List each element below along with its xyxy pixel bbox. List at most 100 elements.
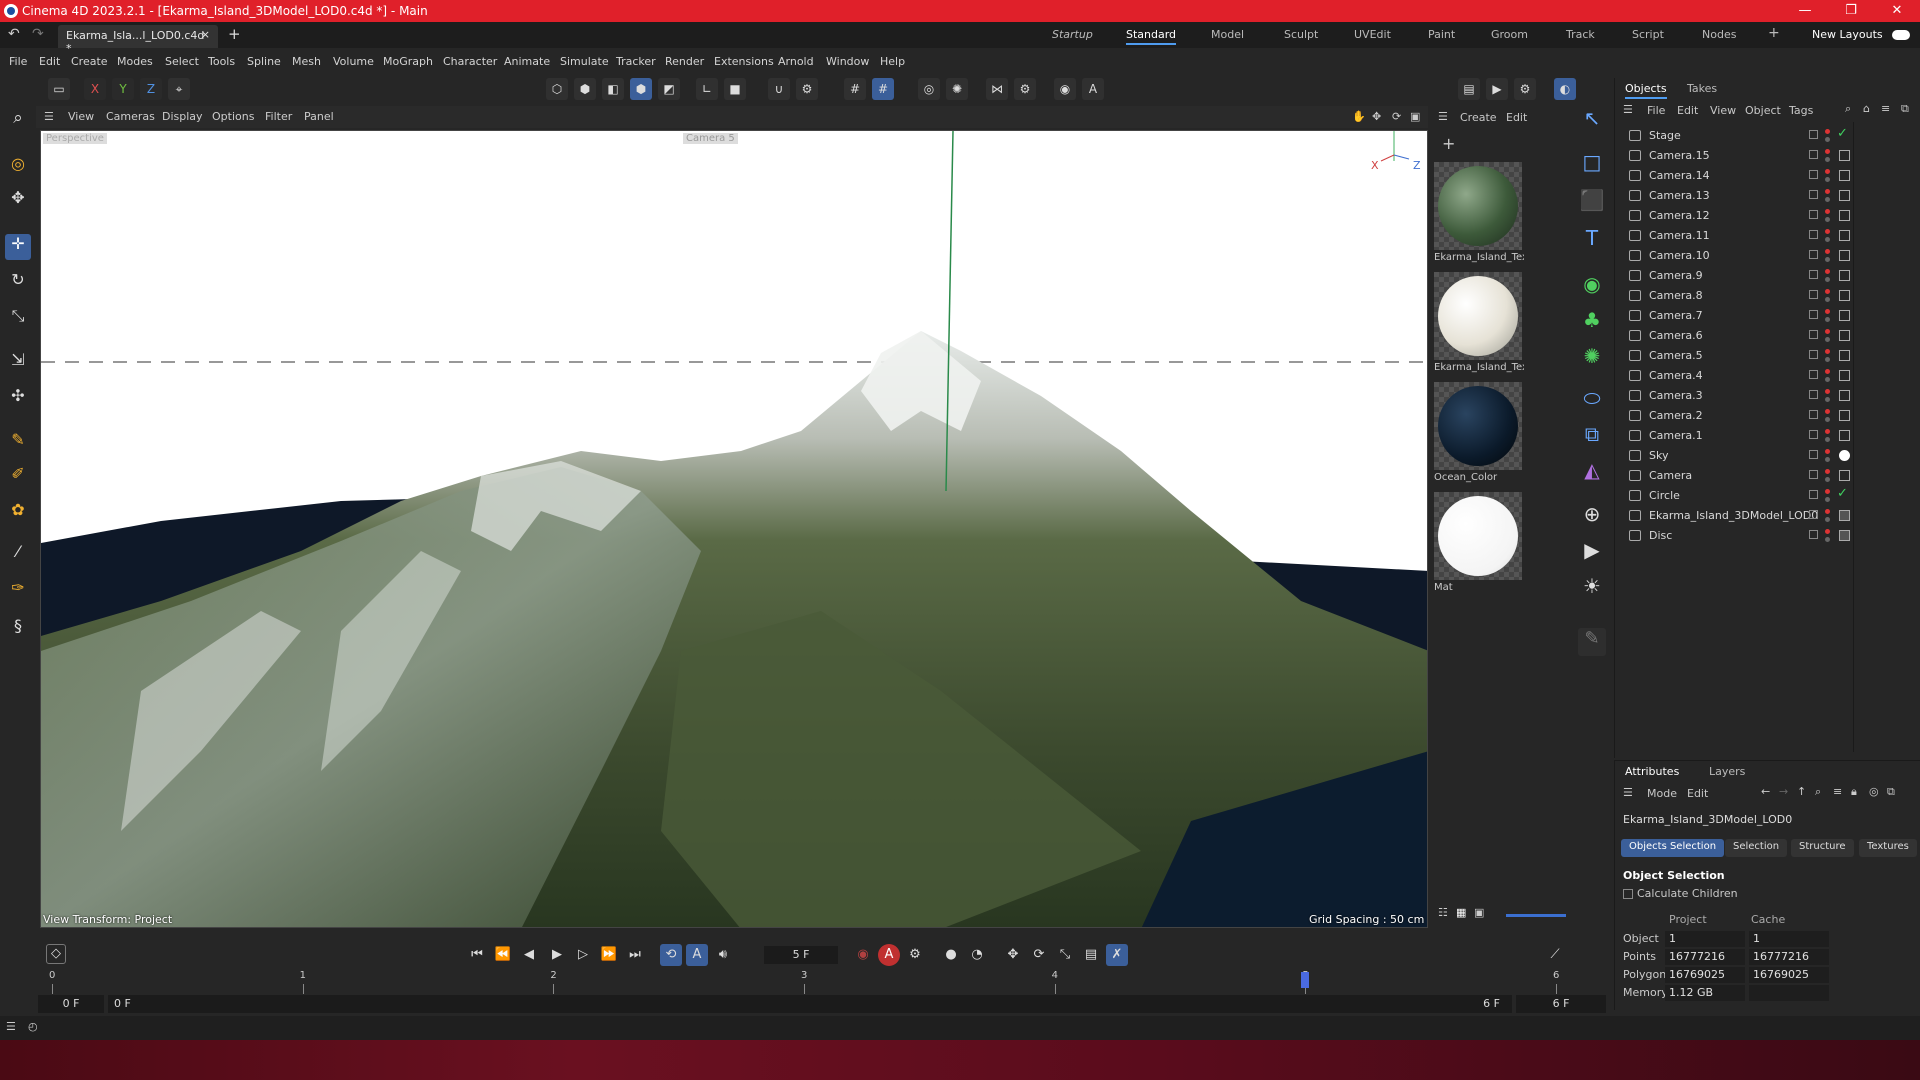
document-tab[interactable]: Ekarma_Isla...l_LOD0.c4d * × bbox=[58, 25, 218, 55]
edit-visibility-icon[interactable] bbox=[1809, 170, 1818, 179]
autokey-button[interactable]: A bbox=[878, 944, 900, 966]
key-position-icon[interactable]: ✥ bbox=[1002, 944, 1024, 966]
polygons-mode-icon[interactable]: ◧ bbox=[602, 78, 624, 100]
previous-key-button[interactable]: ⏪ bbox=[492, 944, 514, 966]
loop-button[interactable]: ⟲ bbox=[660, 944, 682, 966]
objects-hamburger-icon[interactable]: ☰ bbox=[1623, 103, 1633, 116]
points-mode-icon[interactable]: ⬡ bbox=[546, 78, 568, 100]
lock-icon[interactable]: 🔒︎ bbox=[1851, 785, 1857, 799]
sky-tag-icon[interactable] bbox=[1839, 450, 1850, 461]
keyframe-icon[interactable]: ◇ bbox=[46, 944, 66, 964]
render-visibility-dot[interactable] bbox=[1825, 537, 1830, 542]
redshift-icon[interactable]: ◐ bbox=[1554, 78, 1576, 100]
snap-settings-icon[interactable]: ⚙ bbox=[796, 78, 818, 100]
minimize-button[interactable]: — bbox=[1782, 0, 1828, 22]
cube-icon[interactable]: ⬛ bbox=[1578, 188, 1606, 216]
y-axis-toggle[interactable]: Y bbox=[112, 78, 134, 100]
objects-menu-object[interactable]: Object bbox=[1745, 104, 1781, 117]
editor-visibility-dot[interactable] bbox=[1825, 349, 1830, 354]
menu-tracker[interactable]: Tracker bbox=[616, 55, 656, 68]
redo-icon[interactable]: ↷ bbox=[32, 26, 44, 42]
edit-icon[interactable]: ✎ bbox=[1578, 628, 1606, 656]
render-visibility-dot[interactable] bbox=[1825, 457, 1830, 462]
back-arrow-icon[interactable]: ← bbox=[1761, 785, 1770, 798]
viewport-menu-display[interactable]: Display bbox=[162, 110, 203, 123]
object-row[interactable]: Camera.10 bbox=[1615, 246, 1920, 266]
object-row[interactable]: Camera.2 bbox=[1615, 406, 1920, 426]
object-row[interactable]: Camera.4 bbox=[1615, 366, 1920, 386]
camera-icon[interactable]: ▶ bbox=[1578, 538, 1606, 566]
camera-label[interactable]: Camera 5 bbox=[683, 133, 738, 144]
camera-tag-icon[interactable] bbox=[1839, 190, 1850, 201]
menu-simulate[interactable]: Simulate bbox=[560, 55, 609, 68]
symmetry-settings-icon[interactable]: ⚙ bbox=[1014, 78, 1036, 100]
edit-visibility-icon[interactable] bbox=[1809, 130, 1818, 139]
go-to-start-button[interactable]: ⏮ bbox=[466, 944, 488, 966]
editor-visibility-dot[interactable] bbox=[1825, 289, 1830, 294]
editor-visibility-dot[interactable] bbox=[1825, 269, 1830, 274]
render-visibility-dot[interactable] bbox=[1825, 237, 1830, 242]
layout-toggle-switch[interactable] bbox=[1892, 30, 1910, 40]
large-view-icon[interactable]: ▣ bbox=[1474, 906, 1484, 919]
keyframe-settings-icon[interactable]: ⚙ bbox=[904, 944, 926, 966]
camera-tag-icon[interactable] bbox=[1839, 470, 1850, 481]
editor-visibility-dot[interactable] bbox=[1825, 229, 1830, 234]
z-axis-toggle[interactable]: Z bbox=[140, 78, 162, 100]
editor-visibility-dot[interactable] bbox=[1825, 189, 1830, 194]
object-row[interactable]: Camera.7 bbox=[1615, 306, 1920, 326]
effector-icon[interactable]: ✺ bbox=[1578, 344, 1606, 372]
objects-newwindow-icon[interactable]: ⧉ bbox=[1901, 102, 1909, 116]
workplane-icon[interactable]: ∟ bbox=[696, 78, 718, 100]
light-icon[interactable]: ☀ bbox=[1578, 574, 1606, 602]
tab-layers[interactable]: Layers bbox=[1709, 765, 1745, 778]
attributes-search-icon[interactable]: ⌕ bbox=[1815, 785, 1821, 799]
add-layout-button[interactable]: + bbox=[1768, 25, 1780, 41]
attributes-menu-edit[interactable]: Edit bbox=[1687, 787, 1708, 800]
editor-visibility-dot[interactable] bbox=[1825, 169, 1830, 174]
editor-visibility-dot[interactable] bbox=[1825, 489, 1830, 494]
text-icon[interactable]: T bbox=[1578, 226, 1606, 254]
layout-track[interactable]: Track bbox=[1566, 28, 1595, 41]
render-visibility-dot[interactable] bbox=[1825, 137, 1830, 142]
cursor-icon[interactable]: ↖ bbox=[1578, 106, 1606, 134]
spline-pen-icon[interactable]: ✎ bbox=[5, 430, 31, 456]
layout-standard[interactable]: Standard bbox=[1126, 28, 1177, 45]
playhead[interactable] bbox=[1301, 972, 1310, 988]
editor-visibility-dot[interactable] bbox=[1825, 209, 1830, 214]
material-tag-icon[interactable] bbox=[1839, 510, 1850, 521]
editor-visibility-dot[interactable] bbox=[1825, 509, 1830, 514]
menu-modes[interactable]: Modes bbox=[117, 55, 153, 68]
list-view-icon[interactable]: ☷ bbox=[1438, 906, 1448, 919]
solo-icon[interactable]: ■ bbox=[724, 78, 746, 100]
gear-icon[interactable]: ✺ bbox=[946, 78, 968, 100]
textures-button[interactable]: Textures bbox=[1859, 839, 1917, 857]
play-button[interactable]: ▶ bbox=[546, 944, 568, 966]
edit-visibility-icon[interactable] bbox=[1809, 470, 1818, 479]
object-row[interactable]: Sky bbox=[1615, 446, 1920, 466]
key-rotation-icon[interactable]: ⟳ bbox=[1028, 944, 1050, 966]
edit-visibility-icon[interactable] bbox=[1809, 310, 1818, 319]
editor-visibility-dot[interactable] bbox=[1825, 449, 1830, 454]
material-size-slider[interactable] bbox=[1506, 914, 1566, 917]
render-visibility-dot[interactable] bbox=[1825, 157, 1830, 162]
null-object-icon[interactable]: □ bbox=[1578, 150, 1606, 178]
menu-edit[interactable]: Edit bbox=[39, 55, 60, 68]
camera-tag-icon[interactable] bbox=[1839, 270, 1850, 281]
material-hamburger-icon[interactable]: ☰ bbox=[1438, 110, 1448, 123]
object-row[interactable]: Camera.15 bbox=[1615, 146, 1920, 166]
render-visibility-dot[interactable] bbox=[1825, 397, 1830, 402]
object-row[interactable]: Camera.11 bbox=[1615, 226, 1920, 246]
magnet-tool-icon[interactable]: § bbox=[5, 616, 31, 642]
enabled-check-icon[interactable]: ✓ bbox=[1837, 486, 1848, 501]
layout-script[interactable]: Script bbox=[1632, 28, 1664, 41]
render-visibility-dot[interactable] bbox=[1825, 417, 1830, 422]
layout-paint[interactable]: Paint bbox=[1428, 28, 1455, 41]
menu-render[interactable]: Render bbox=[665, 55, 704, 68]
objects-search-icon[interactable]: ⌕ bbox=[1845, 102, 1851, 116]
material-tag-icon[interactable] bbox=[1839, 530, 1850, 541]
key-scale-icon[interactable]: ⤡ bbox=[1054, 944, 1076, 966]
editor-visibility-dot[interactable] bbox=[1825, 389, 1830, 394]
menu-extensions[interactable]: Extensions bbox=[714, 55, 774, 68]
viewport-menu-view[interactable]: View bbox=[68, 110, 94, 123]
objects-menu-view[interactable]: View bbox=[1710, 104, 1736, 117]
